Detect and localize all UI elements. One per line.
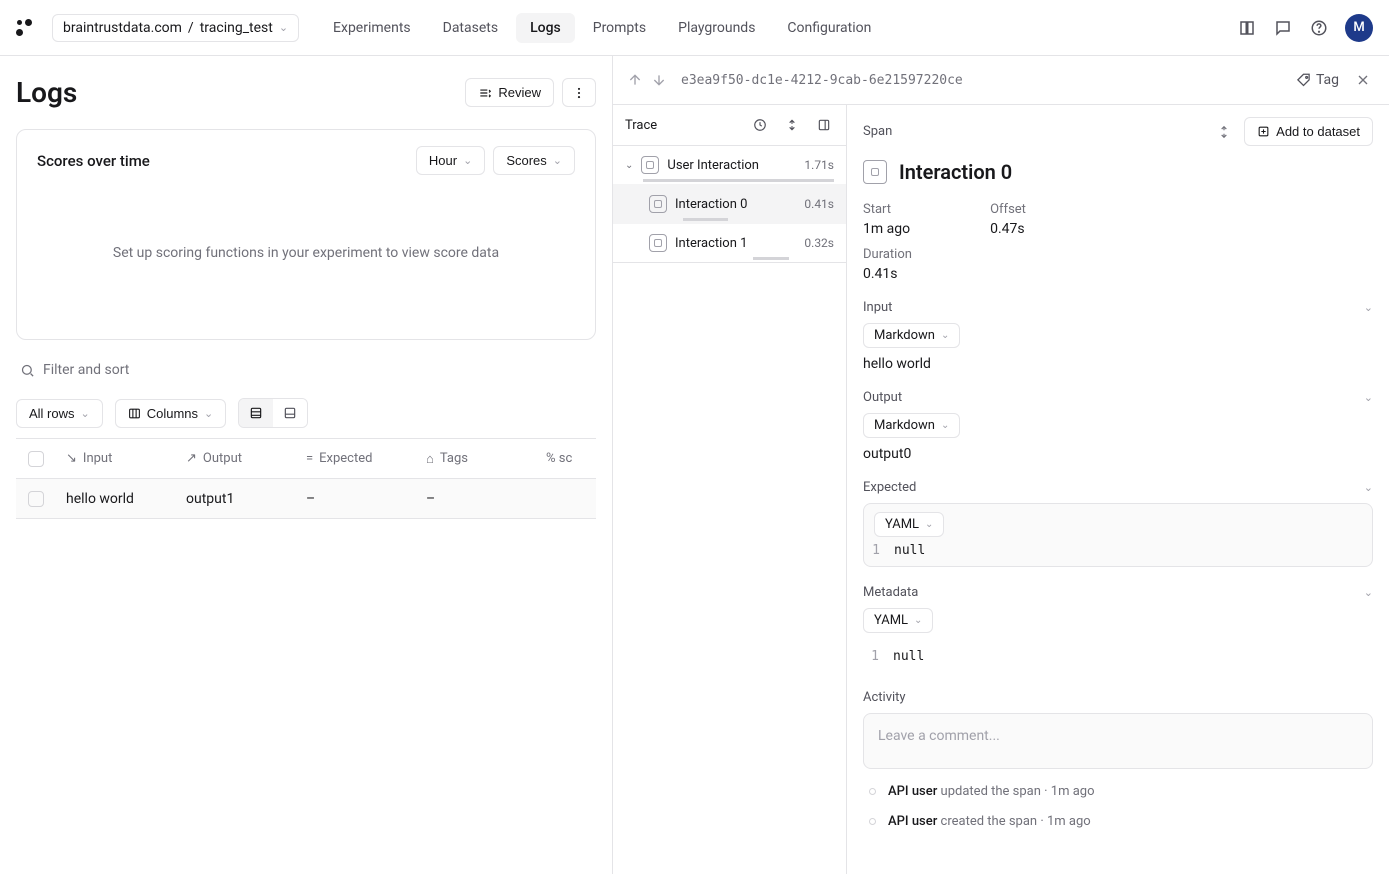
- prev-trace-button[interactable]: [625, 70, 645, 90]
- logo[interactable]: [16, 19, 36, 36]
- help-icon[interactable]: [1309, 18, 1329, 38]
- columns-filter[interactable]: Columns⌄: [115, 399, 227, 428]
- equals-icon: =: [306, 451, 313, 466]
- expand-icon[interactable]: [1214, 122, 1234, 142]
- more-button[interactable]: [562, 78, 596, 107]
- expected-box: YAML⌄ 1null: [863, 503, 1373, 567]
- trace-header: Trace: [625, 118, 657, 133]
- span-icon: [649, 195, 667, 213]
- nav-datasets[interactable]: Datasets: [429, 13, 512, 43]
- trace-item-1[interactable]: Interaction 1 0.32s: [613, 224, 846, 263]
- nav-playgrounds[interactable]: Playgrounds: [664, 13, 769, 43]
- metric-select[interactable]: Scores⌄: [493, 146, 575, 175]
- view-table[interactable]: [239, 399, 273, 427]
- scores-card: Scores over time Hour⌄ Scores⌄ Set up sc…: [16, 129, 596, 340]
- view-toggle: [238, 398, 308, 428]
- main-nav: Experiments Datasets Logs Prompts Playgr…: [319, 13, 885, 43]
- table-row[interactable]: hello world output1 – –: [16, 479, 596, 519]
- select-all-checkbox[interactable]: [28, 451, 44, 467]
- dot-icon: [869, 818, 876, 825]
- trace-id: e3ea9f50-dc1e-4212-9cab-6e21597220ce: [681, 73, 963, 88]
- tag-icon: ⌂: [426, 451, 434, 467]
- logs-table: ↘Input ↗Output =Expected ⌂Tags % sc hell…: [16, 438, 596, 519]
- span-start: 1m ago: [863, 221, 910, 237]
- activity-item: API user updated the span · 1m ago: [863, 783, 1373, 799]
- chevron-down-icon: ⌄: [463, 154, 472, 167]
- trace-item-0[interactable]: Interaction 0 0.41s: [613, 185, 846, 224]
- span-icon: [641, 156, 659, 174]
- span-title: Interaction 0: [899, 160, 1012, 184]
- clock-icon[interactable]: [750, 115, 770, 135]
- tag-button[interactable]: Tag: [1296, 72, 1339, 88]
- chevron-down-icon[interactable]: ⌄: [1364, 301, 1373, 314]
- collapse-icon[interactable]: [782, 115, 802, 135]
- trace-item-root[interactable]: ⌄ User Interaction 1.71s: [613, 146, 846, 185]
- rows-filter[interactable]: All rows⌄: [16, 399, 103, 428]
- chevron-down-icon[interactable]: ⌄: [1364, 391, 1373, 404]
- avatar[interactable]: M: [1345, 14, 1373, 42]
- granularity-select[interactable]: Hour⌄: [416, 146, 485, 175]
- chevron-down-icon[interactable]: ⌄: [1364, 481, 1373, 494]
- nav-experiments[interactable]: Experiments: [319, 13, 425, 43]
- nav-logs[interactable]: Logs: [516, 13, 575, 43]
- scores-title: Scores over time: [37, 152, 150, 170]
- input-format-select[interactable]: Markdown⌄: [863, 323, 960, 348]
- row-checkbox[interactable]: [28, 491, 44, 507]
- span-icon: [649, 234, 667, 252]
- nav-prompts[interactable]: Prompts: [579, 13, 660, 43]
- next-trace-button[interactable]: [649, 70, 669, 90]
- span-output-value: output0: [863, 446, 1373, 462]
- arrow-out-icon: ↗: [186, 451, 197, 466]
- metadata-box: 1null: [863, 641, 1373, 672]
- page-title: Logs: [16, 76, 77, 109]
- chevron-down-icon: ⌄: [553, 154, 562, 167]
- filter-input[interactable]: Filter and sort: [16, 358, 596, 382]
- chat-icon[interactable]: [1273, 18, 1293, 38]
- breadcrumb[interactable]: braintrustdata.com / tracing_test ⌄: [52, 14, 299, 42]
- output-format-select[interactable]: Markdown⌄: [863, 413, 960, 438]
- dot-icon: [869, 788, 876, 795]
- add-to-dataset-button[interactable]: Add to dataset: [1244, 117, 1373, 146]
- span-duration: 0.41s: [863, 266, 912, 282]
- book-icon[interactable]: [1237, 18, 1257, 38]
- metadata-format-select[interactable]: YAML⌄: [863, 608, 933, 633]
- activity-item: API user created the span · 1m ago: [863, 813, 1373, 829]
- arrow-in-icon: ↘: [66, 451, 77, 466]
- comment-input[interactable]: Leave a comment...: [863, 713, 1373, 769]
- chevron-down-icon[interactable]: ⌄: [1364, 586, 1373, 599]
- chevron-down-icon: ⌄: [625, 160, 633, 171]
- review-button[interactable]: Review: [465, 78, 554, 107]
- view-split[interactable]: [273, 399, 307, 427]
- span-header: Span: [863, 124, 892, 139]
- expected-format-select[interactable]: YAML⌄: [874, 512, 944, 537]
- chevron-down-icon: ⌄: [279, 21, 288, 34]
- breadcrumb-org: braintrustdata.com: [63, 20, 182, 36]
- span-icon: [863, 160, 887, 184]
- breadcrumb-project: tracing_test: [200, 20, 273, 36]
- panel-icon[interactable]: [814, 115, 834, 135]
- nav-configuration[interactable]: Configuration: [773, 13, 885, 43]
- scores-empty-msg: Set up scoring functions in your experim…: [37, 183, 575, 323]
- span-offset: 0.47s: [990, 221, 1026, 237]
- close-button[interactable]: [1353, 70, 1373, 90]
- span-input-value: hello world: [863, 356, 1373, 372]
